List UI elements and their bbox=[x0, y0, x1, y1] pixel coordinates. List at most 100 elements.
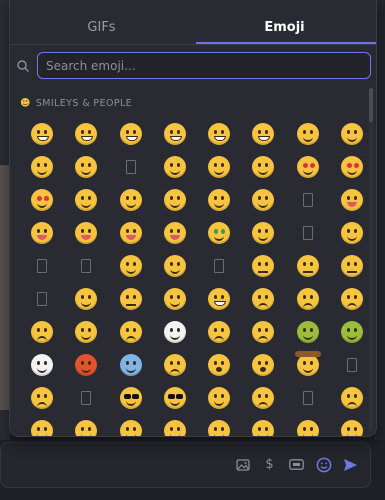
dollar-icon[interactable]: $ bbox=[260, 455, 279, 474]
emoji-cell[interactable] bbox=[64, 381, 108, 414]
tab-emoji[interactable]: Emoji bbox=[193, 0, 376, 44]
emoji-cell[interactable] bbox=[286, 315, 330, 348]
emoji-cell[interactable] bbox=[241, 381, 285, 414]
emoji-cell[interactable] bbox=[64, 348, 108, 381]
emoji-cell[interactable] bbox=[330, 216, 374, 249]
emoji-cell[interactable] bbox=[153, 348, 197, 381]
message-composer[interactable]: $ bbox=[0, 442, 371, 488]
emoji-cell[interactable] bbox=[197, 150, 241, 183]
emoji-cell[interactable] bbox=[20, 348, 64, 381]
emoji-cell[interactable] bbox=[241, 282, 285, 315]
emoji-cell[interactable] bbox=[20, 183, 64, 216]
missing-glyph-icon bbox=[302, 390, 313, 405]
emoji-cell[interactable] bbox=[241, 216, 285, 249]
emoji-cell[interactable] bbox=[109, 315, 153, 348]
emoji-cell[interactable] bbox=[286, 183, 330, 216]
emoji-cell[interactable] bbox=[64, 414, 108, 436]
scrollbar[interactable] bbox=[369, 88, 373, 433]
scrollbar-thumb[interactable] bbox=[369, 88, 373, 122]
emoji-cell[interactable] bbox=[109, 249, 153, 282]
emoji-cell[interactable] bbox=[197, 282, 241, 315]
emoji-cell[interactable] bbox=[64, 249, 108, 282]
emoji-cell[interactable] bbox=[197, 414, 241, 436]
emoji-cell[interactable] bbox=[241, 414, 285, 436]
emoji-cell[interactable] bbox=[109, 282, 153, 315]
emoji-cell[interactable] bbox=[20, 381, 64, 414]
emoji-cell[interactable] bbox=[241, 150, 285, 183]
emoji-cell[interactable] bbox=[241, 183, 285, 216]
smiley-icon: ☻ bbox=[20, 97, 31, 109]
emoji-cell[interactable] bbox=[286, 249, 330, 282]
emoji-cell[interactable] bbox=[330, 183, 374, 216]
emoji-cell[interactable] bbox=[109, 216, 153, 249]
emoji-cell[interactable] bbox=[241, 348, 285, 381]
emoji-cell[interactable] bbox=[241, 117, 285, 150]
emoji-cell[interactable] bbox=[197, 315, 241, 348]
emoji-cell[interactable] bbox=[286, 381, 330, 414]
image-icon[interactable] bbox=[233, 455, 252, 474]
emoji-cell[interactable] bbox=[153, 150, 197, 183]
send-icon[interactable] bbox=[341, 455, 360, 474]
emoji-smile-icon bbox=[31, 155, 54, 178]
emoji-cell[interactable] bbox=[153, 117, 197, 150]
emoji-cell[interactable] bbox=[197, 216, 241, 249]
emoji-cell[interactable] bbox=[109, 150, 153, 183]
emoji-cell[interactable] bbox=[64, 150, 108, 183]
emoji-smile-icon bbox=[119, 188, 142, 211]
emoji-cell[interactable] bbox=[109, 381, 153, 414]
emoji-cell[interactable] bbox=[286, 216, 330, 249]
emoji-cell[interactable] bbox=[286, 282, 330, 315]
emoji-cell[interactable] bbox=[330, 249, 374, 282]
emoji-cell[interactable] bbox=[330, 150, 374, 183]
emoji-icon[interactable] bbox=[314, 455, 333, 474]
emoji-smile-icon bbox=[252, 155, 275, 178]
emoji-cell[interactable] bbox=[153, 216, 197, 249]
emoji-cell[interactable] bbox=[330, 348, 374, 381]
emoji-cell[interactable] bbox=[153, 282, 197, 315]
emoji-cell[interactable] bbox=[64, 315, 108, 348]
emoji-cell[interactable] bbox=[20, 117, 64, 150]
emoji-cell[interactable] bbox=[20, 414, 64, 436]
emoji-cell[interactable] bbox=[286, 414, 330, 436]
emoji-cell[interactable] bbox=[286, 150, 330, 183]
emoji-cell[interactable] bbox=[153, 249, 197, 282]
emoji-cell[interactable] bbox=[20, 216, 64, 249]
emoji-cell[interactable] bbox=[153, 381, 197, 414]
emoji-cell[interactable] bbox=[286, 348, 330, 381]
emoji-cell[interactable] bbox=[153, 183, 197, 216]
tab-gifs[interactable]: GIFs bbox=[10, 0, 193, 44]
emoji-cell[interactable] bbox=[286, 117, 330, 150]
emoji-cell[interactable] bbox=[20, 249, 64, 282]
emoji-cell[interactable] bbox=[109, 117, 153, 150]
emoji-cell[interactable] bbox=[109, 348, 153, 381]
emoji-cell[interactable] bbox=[330, 315, 374, 348]
emoji-green-icon bbox=[340, 320, 363, 343]
emoji-smile-icon bbox=[208, 419, 231, 436]
emoji-cell[interactable] bbox=[20, 150, 64, 183]
emoji-cell[interactable] bbox=[197, 348, 241, 381]
emoji-sad-icon bbox=[163, 353, 186, 376]
emoji-cell[interactable] bbox=[109, 414, 153, 436]
emoji-cell[interactable] bbox=[109, 183, 153, 216]
emoji-cell[interactable] bbox=[153, 414, 197, 436]
emoji-cell[interactable] bbox=[64, 183, 108, 216]
emoji-cell[interactable] bbox=[330, 282, 374, 315]
emoji-cell[interactable] bbox=[153, 315, 197, 348]
emoji-cell[interactable] bbox=[197, 381, 241, 414]
emoji-cell[interactable] bbox=[64, 282, 108, 315]
gif-icon[interactable] bbox=[287, 455, 306, 474]
emoji-cell[interactable] bbox=[197, 183, 241, 216]
emoji-cell[interactable] bbox=[20, 282, 64, 315]
emoji-cell[interactable] bbox=[64, 117, 108, 150]
emoji-cell[interactable] bbox=[20, 315, 64, 348]
emoji-cell[interactable] bbox=[330, 117, 374, 150]
emoji-cell[interactable] bbox=[241, 249, 285, 282]
emoji-cell[interactable] bbox=[241, 315, 285, 348]
emoji-cell[interactable] bbox=[330, 414, 374, 436]
emoji-cell[interactable] bbox=[197, 117, 241, 150]
emoji-smile-icon bbox=[119, 419, 142, 436]
emoji-cell[interactable] bbox=[197, 249, 241, 282]
emoji-cell[interactable] bbox=[330, 381, 374, 414]
emoji-cell[interactable] bbox=[64, 216, 108, 249]
search-input[interactable] bbox=[46, 53, 356, 78]
